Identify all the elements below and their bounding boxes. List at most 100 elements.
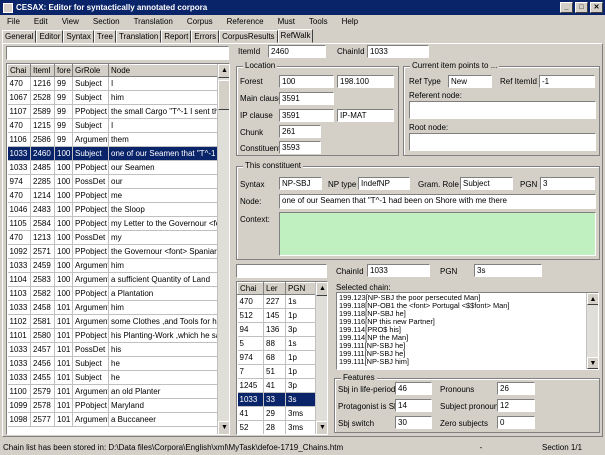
- col-header-node[interactable]: Node: [108, 64, 218, 77]
- selected-chain-list[interactable]: 199.123[NP-SBJ the poor persecuted Man] …: [336, 292, 599, 370]
- chain-list-scrollbar[interactable]: ▲ ▼: [315, 282, 327, 434]
- tab-translation[interactable]: Translation: [116, 30, 162, 43]
- scroll-up-icon[interactable]: ▲: [218, 64, 229, 78]
- forest-field[interactable]: 100: [279, 75, 334, 88]
- selected-chain-scrollbar[interactable]: ▲ ▼: [586, 293, 598, 369]
- item-row[interactable]: 1033 2459 100 Argument him: [7, 258, 218, 273]
- itemid-field[interactable]: 2460: [268, 45, 326, 58]
- menu-section[interactable]: Section: [86, 17, 127, 26]
- chain-entry[interactable]: 199.111[NP-SBJ him]: [339, 358, 596, 366]
- item-row[interactable]: 470 1215 99 Subject I: [7, 118, 218, 133]
- chain-row[interactable]: 5 88 1s: [237, 336, 316, 351]
- item-search-input[interactable]: [6, 46, 229, 60]
- item-row[interactable]: 470 1213 100 PossDet my: [7, 230, 218, 245]
- chain-chainid-field[interactable]: 1033: [367, 264, 430, 277]
- tab-corpusresults[interactable]: CorpusResults: [219, 30, 278, 43]
- chain-row[interactable]: 974 68 1p: [237, 350, 316, 365]
- subject-pronouns-field[interactable]: 12: [497, 399, 535, 412]
- tab-refwalk[interactable]: RefWalk: [277, 29, 314, 43]
- scroll-down-icon[interactable]: ▼: [316, 421, 327, 434]
- item-row[interactable]: 1033 2457 101 PossDet his: [7, 342, 218, 357]
- chain-row[interactable]: 52 28 3ms: [237, 420, 316, 434]
- ref-itemid-field[interactable]: -1: [539, 75, 595, 88]
- constituent-field[interactable]: 3593: [279, 141, 321, 154]
- chain-row[interactable]: 1033 33 3s: [237, 392, 316, 407]
- life-period-field[interactable]: 46: [395, 382, 432, 395]
- item-row[interactable]: 1033 2458 101 Argument him: [7, 300, 218, 315]
- chain-row[interactable]: 41 29 3ms: [237, 406, 316, 421]
- item-row[interactable]: 1105 2584 100 PPobject my Letter to the Gove…: [7, 216, 218, 231]
- maximize-button[interactable]: □: [575, 2, 588, 13]
- ip-clause-field[interactable]: 3591: [279, 109, 334, 122]
- tab-report[interactable]: Report: [161, 30, 192, 43]
- np-type-field[interactable]: IndefNP: [358, 177, 410, 190]
- item-row[interactable]: 1098 2577 101 Argument a Buccaneer: [7, 412, 218, 427]
- col-header-forest[interactable]: fore: [54, 64, 73, 77]
- sbj-switch-field[interactable]: 30: [395, 416, 432, 429]
- menu-corpus[interactable]: Corpus: [180, 17, 220, 26]
- item-row[interactable]: 1033 2485 100 PPobject our Seamen: [7, 160, 218, 175]
- pronouns-field[interactable]: 26: [497, 382, 535, 395]
- menu-help[interactable]: Help: [335, 17, 365, 26]
- item-row[interactable]: 1100 2579 101 Argument an old Planter: [7, 384, 218, 399]
- item-row[interactable]: 1067 2528 99 Subject him: [7, 90, 218, 105]
- menu-edit[interactable]: Edit: [27, 17, 55, 26]
- scroll-down-icon[interactable]: ▼: [587, 357, 598, 369]
- item-row[interactable]: 470 1216 99 Subject I: [7, 76, 218, 91]
- pgn-field[interactable]: 3: [540, 177, 595, 190]
- chain-pgn-field[interactable]: 3s: [474, 264, 542, 277]
- chain-row[interactable]: 470 227 1s: [237, 294, 316, 309]
- item-row[interactable]: 1102 2581 101 Argument some Clothes ,and Too…: [7, 314, 218, 329]
- tab-editor[interactable]: Editor: [36, 30, 64, 43]
- col-header-chain[interactable]: Chai: [237, 282, 264, 295]
- menu-tools[interactable]: Tools: [302, 17, 335, 26]
- menu-file[interactable]: File: [0, 17, 27, 26]
- node-field[interactable]: one of our Seamen that "T^-1 had been on…: [279, 194, 596, 209]
- tab-syntax[interactable]: Syntax: [63, 30, 94, 43]
- minimize-button[interactable]: _: [560, 2, 573, 13]
- item-row[interactable]: 1033 2456 101 Subject he: [7, 356, 218, 371]
- col-header-length[interactable]: Ler: [263, 282, 286, 295]
- tab-tree[interactable]: Tree: [93, 30, 116, 43]
- item-row[interactable]: 470 1214 100 PPobject me: [7, 188, 218, 203]
- menu-reference[interactable]: Reference: [220, 17, 271, 26]
- chunk-field[interactable]: 261: [279, 125, 321, 138]
- syntax-field[interactable]: NP-SBJ: [279, 177, 322, 190]
- zero-subjects-field[interactable]: 0: [497, 416, 535, 429]
- item-row[interactable]: 1106 2586 99 Argument them: [7, 132, 218, 147]
- item-row[interactable]: 1033 2455 101 Subject he: [7, 370, 218, 385]
- context-field[interactable]: [279, 212, 596, 256]
- menu-translation[interactable]: Translation: [127, 17, 180, 26]
- chain-row[interactable]: 94 136 3p: [237, 322, 316, 337]
- chain-row[interactable]: 512 145 1p: [237, 308, 316, 323]
- referent-node-field[interactable]: [409, 101, 596, 119]
- chain-search-input[interactable]: [236, 264, 327, 278]
- item-row[interactable]: 1101 2580 101 PPobject his Planting-Work ,wh…: [7, 328, 218, 343]
- forest-id-field[interactable]: 198.100: [337, 75, 394, 88]
- item-row[interactable]: 1033 2460 100 Subject one of our Seamen that…: [7, 146, 218, 161]
- item-row[interactable]: 1092 2571 100 PPobject the Governour <font> …: [7, 244, 218, 259]
- gram-role-field[interactable]: Subject: [460, 177, 513, 190]
- scroll-up-icon[interactable]: ▲: [587, 293, 598, 305]
- item-row[interactable]: 1103 2582 100 PPobject a Plantation: [7, 286, 218, 301]
- item-row[interactable]: 1046 2483 100 PPobject the Sloop: [7, 202, 218, 217]
- ref-type-field[interactable]: New: [448, 75, 492, 88]
- scroll-up-icon[interactable]: ▲: [316, 282, 327, 296]
- chain-row[interactable]: 1245 41 3p: [237, 378, 316, 393]
- ip-label-field[interactable]: IP-MAT: [337, 109, 394, 122]
- item-row[interactable]: 974 2285 100 PossDet our: [7, 174, 218, 189]
- item-row[interactable]: 1107 2589 99 PPobject the small Cargo "T^-1 …: [7, 104, 218, 119]
- col-header-grrole[interactable]: GrRole: [72, 64, 109, 77]
- scroll-down-icon[interactable]: ▼: [218, 421, 229, 434]
- chainid-field[interactable]: 1033: [367, 45, 429, 58]
- protagonist-field[interactable]: 14: [395, 399, 432, 412]
- menu-view[interactable]: View: [55, 17, 86, 26]
- root-node-field[interactable]: [409, 133, 596, 151]
- main-clause-field[interactable]: 3591: [279, 92, 334, 105]
- item-list-scrollbar[interactable]: ▲ ▼: [217, 64, 229, 434]
- item-row[interactable]: 1099 2578 101 PPobject Maryland: [7, 398, 218, 413]
- col-header-chain[interactable]: Chai: [7, 64, 31, 77]
- close-button[interactable]: ✕: [590, 2, 603, 13]
- tab-errors[interactable]: Errors: [191, 30, 220, 43]
- scroll-thumb[interactable]: [218, 80, 229, 110]
